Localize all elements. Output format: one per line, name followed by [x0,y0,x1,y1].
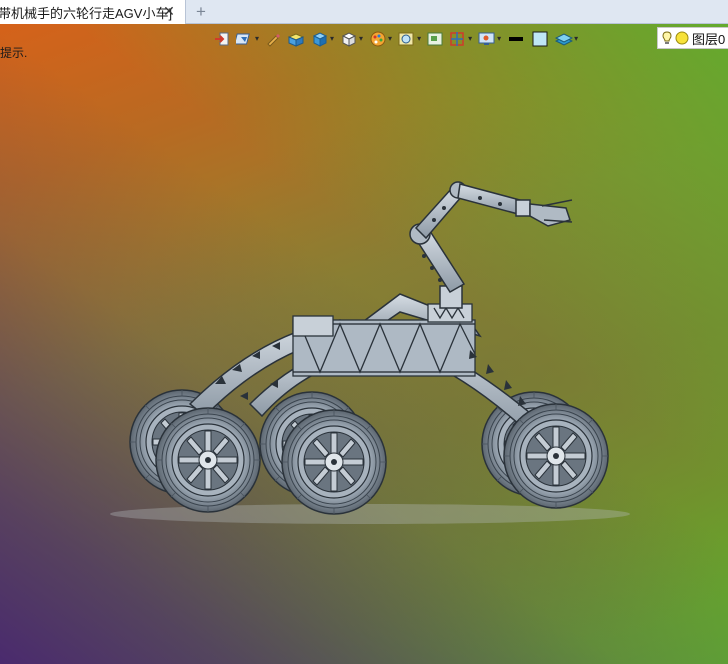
tab-bar: 带机械手的六轮行走AGV小车] ✕ + [0,0,728,24]
close-tab-icon[interactable]: ✕ [161,3,177,19]
agv-robot-model[interactable] [0,24,728,664]
document-tab[interactable]: 带机械手的六轮行走AGV小车] ✕ [0,0,186,24]
new-tab-button[interactable]: + [192,2,210,22]
tab-title: 带机械手的六轮行走AGV小车] [0,5,173,21]
